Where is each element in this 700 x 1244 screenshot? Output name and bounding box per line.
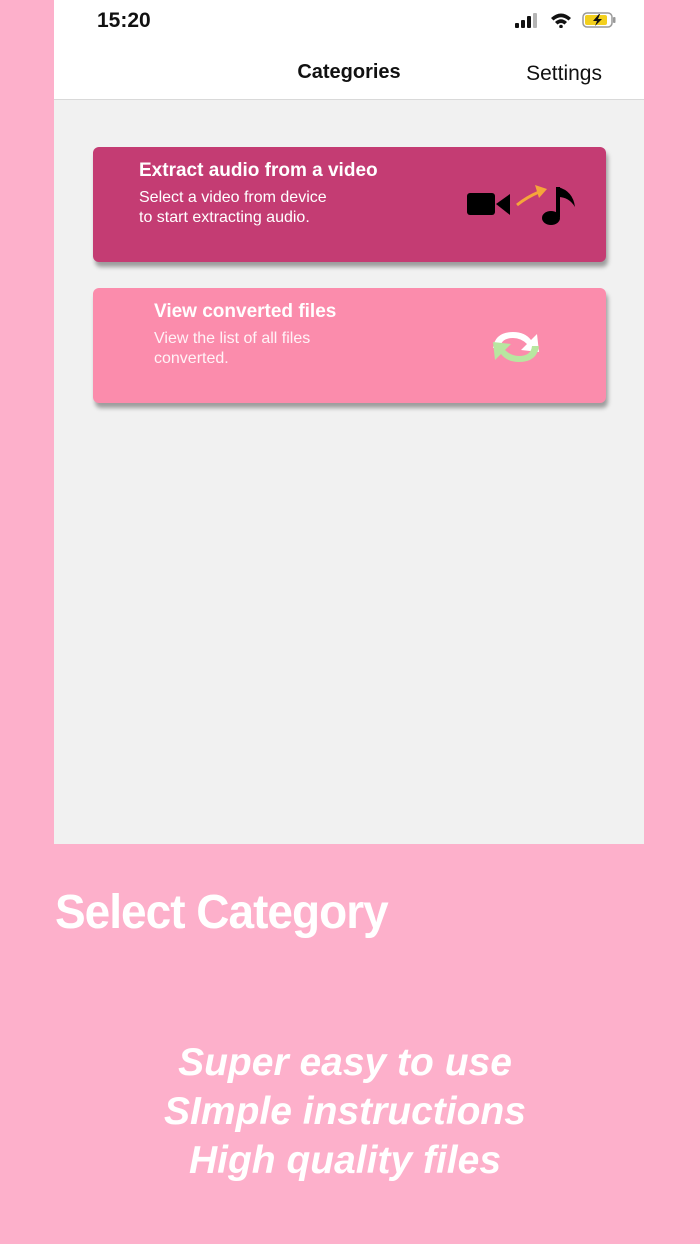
- view-converted-files-card[interactable]: View converted files View the list of al…: [93, 288, 606, 403]
- settings-button[interactable]: Settings: [526, 62, 602, 86]
- video-to-music-icon: [467, 185, 575, 225]
- battery-charging-icon: [582, 12, 616, 28]
- card-description-line: Select a video from device: [139, 189, 327, 206]
- promo-line: Super easy to use: [178, 1041, 512, 1084]
- card-description: Select a video from device to start extr…: [139, 188, 399, 228]
- card-description: View the list of all files converted.: [154, 329, 414, 369]
- screen: { "status": { "time": "15:20" }, "nav": …: [0, 0, 700, 1244]
- card-title: Extract audio from a video: [139, 160, 378, 181]
- status-time: 15:20: [97, 9, 151, 32]
- extract-audio-card[interactable]: Extract audio from a video Select a vide…: [93, 147, 606, 262]
- promo-line: High quality files: [188, 1139, 502, 1182]
- promo-line: SImple instructions: [164, 1090, 526, 1133]
- card-description-line: converted.: [154, 350, 229, 367]
- refresh-icon: [493, 332, 539, 362]
- promo-title: Select Category: [55, 883, 389, 939]
- wifi-icon: [551, 13, 571, 28]
- navigation-bar: Categories Settings: [54, 44, 644, 100]
- app-screen: 15:20 Categories Settings Extract audio …: [54, 0, 644, 844]
- cellular-signal-icon: [515, 13, 537, 28]
- status-icons: [514, 11, 618, 29]
- card-description-line: View the list of all files: [154, 330, 311, 347]
- card-description-line: to start extracting audio.: [139, 209, 310, 226]
- status-bar: 15:20: [54, 0, 644, 44]
- card-title: View converted files: [154, 301, 337, 322]
